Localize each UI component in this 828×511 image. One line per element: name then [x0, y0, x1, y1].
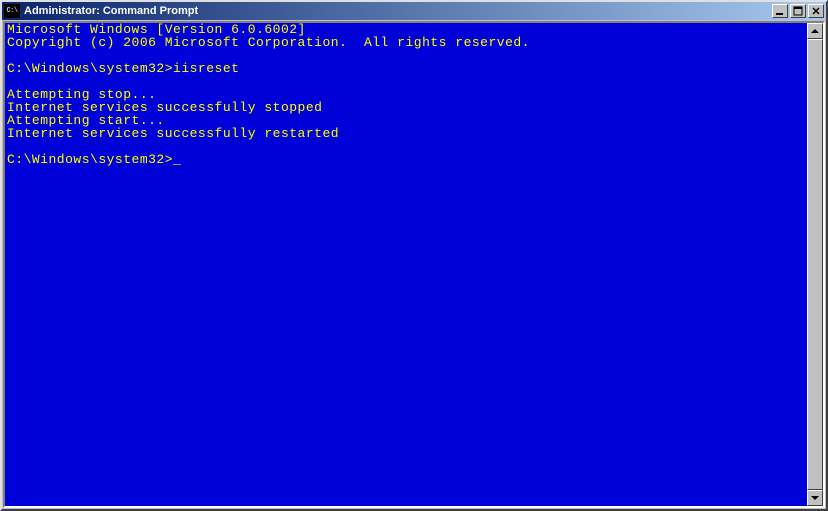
maximize-button[interactable]	[790, 4, 806, 18]
chevron-up-icon	[811, 29, 819, 33]
close-button[interactable]	[808, 4, 824, 18]
console-line: Internet services successfully restarted	[7, 126, 339, 141]
console-output[interactable]: Microsoft Windows [Version 6.0.6002] Cop…	[5, 23, 823, 506]
command-text: iisreset	[173, 61, 239, 76]
chevron-down-icon	[811, 496, 819, 500]
maximize-icon	[793, 6, 803, 16]
window-title: Administrator: Command Prompt	[24, 5, 770, 17]
command-prompt-window: C:\ Administrator: Command Prompt Micros…	[0, 0, 828, 511]
scrollbar-thumb[interactable]	[807, 39, 823, 490]
titlebar[interactable]: C:\ Administrator: Command Prompt	[2, 2, 826, 20]
prompt: C:\Windows\system32>	[7, 152, 173, 167]
close-icon	[811, 6, 821, 16]
window-controls	[770, 4, 824, 18]
prompt: C:\Windows\system32>	[7, 61, 173, 76]
scroll-down-button[interactable]	[807, 490, 823, 506]
cmd-icon: C:\	[4, 4, 20, 18]
minimize-button[interactable]	[772, 4, 788, 18]
cmd-icon-label: C:\	[6, 7, 17, 15]
scrollbar[interactable]	[807, 23, 823, 506]
console-container: Microsoft Windows [Version 6.0.6002] Cop…	[3, 21, 825, 508]
console-line: Copyright (c) 2006 Microsoft Corporation…	[7, 35, 530, 50]
cursor: _	[173, 153, 181, 166]
scrollbar-track[interactable]	[807, 39, 823, 490]
scroll-up-button[interactable]	[807, 23, 823, 39]
minimize-icon	[775, 6, 785, 16]
